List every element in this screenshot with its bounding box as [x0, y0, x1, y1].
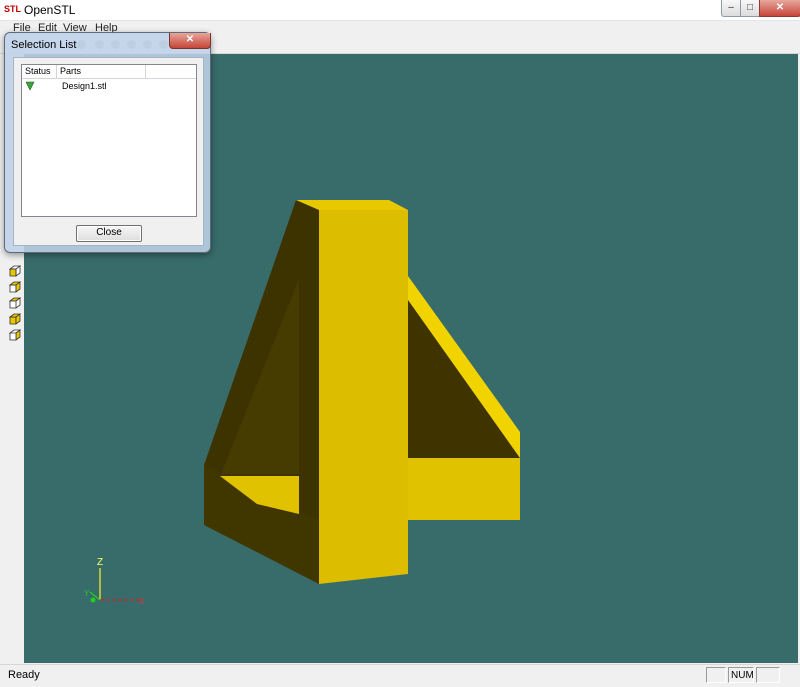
x-axis-label: X — [139, 597, 145, 606]
close-window-button[interactable]: ✕ — [759, 0, 800, 17]
cube-view-icon[interactable] — [8, 328, 22, 342]
cube-view-icon[interactable] — [8, 296, 22, 310]
maximize-button[interactable]: □ — [740, 0, 760, 17]
window-title: OpenSTL — [24, 3, 76, 17]
status-text: Ready — [8, 669, 40, 681]
dialog-body: Status Parts Design1.stl Close — [13, 57, 204, 246]
green-flag-icon — [26, 81, 35, 91]
z-axis-label: Z — [97, 557, 103, 568]
part-name: Design1.stl — [62, 81, 107, 91]
status-pane-empty — [706, 667, 726, 683]
cube-view-icon[interactable] — [8, 312, 22, 326]
list-item[interactable]: Design1.stl — [22, 80, 196, 93]
app-logo: STL — [4, 4, 21, 14]
model-right-bar — [408, 458, 520, 520]
status-bar: Ready NUM — [0, 664, 800, 687]
selection-list-dialog: Selection List ✕ Status Parts Design1.st… — [4, 32, 211, 253]
column-status[interactable]: Status — [22, 65, 57, 78]
y-axis-label: Y — [84, 589, 90, 598]
status-pane-empty — [756, 667, 780, 683]
axis-origin-marker — [90, 597, 96, 603]
cube-view-icon[interactable] — [8, 280, 22, 294]
minimize-button[interactable]: – — [721, 0, 741, 17]
openstl-window: STL OpenSTL – □ ✕ File Edit View Help Z … — [0, 0, 800, 687]
parts-list[interactable]: Status Parts Design1.stl — [21, 64, 197, 217]
model-pillar-front — [319, 210, 408, 584]
dialog-title: Selection List — [11, 39, 77, 51]
list-header: Status Parts — [22, 65, 196, 79]
column-parts[interactable]: Parts — [57, 65, 146, 78]
num-lock-indicator: NUM — [728, 667, 754, 683]
cube-view-icon[interactable] — [8, 264, 22, 278]
close-button[interactable]: Close — [76, 225, 142, 242]
title-bar: STL OpenSTL – □ ✕ — [0, 0, 800, 21]
dialog-close-icon[interactable]: ✕ — [169, 33, 211, 49]
